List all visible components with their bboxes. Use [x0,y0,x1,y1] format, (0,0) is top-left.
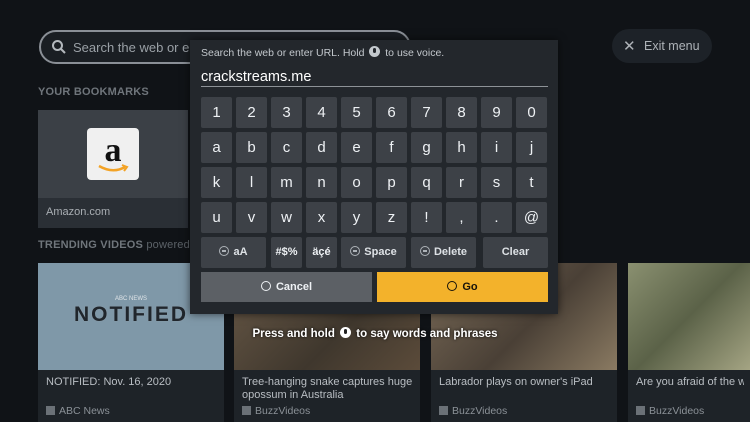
key-l[interactable]: l [236,167,267,198]
exit-menu-button[interactable]: ✕ Exit menu [612,29,712,63]
key-s[interactable]: s [481,167,512,198]
microphone-icon [369,46,381,57]
voice-hint: Press and hold to say words and phrases [252,327,498,340]
key-a[interactable]: a [201,132,232,163]
key-2[interactable]: 2 [236,97,267,128]
key-7[interactable]: 7 [411,97,442,128]
symbols-key[interactable]: #$% [271,237,302,268]
key-symbol[interactable]: . [481,202,512,233]
search-icon [52,40,66,54]
video-source: BuzzVideos [636,405,704,417]
exit-menu-label: Exit menu [644,39,700,53]
search-placeholder: Search the web or en [73,40,197,55]
key-8[interactable]: 8 [446,97,477,128]
key-n[interactable]: n [306,167,337,198]
amazon-smile-icon [98,164,129,172]
key-c[interactable]: c [271,132,302,163]
key-r[interactable]: r [446,167,477,198]
remote-button-icon [350,246,361,256]
source-icon [636,406,645,415]
video-card[interactable]: Are you afraid of the w dangerous animal… [628,263,750,422]
key-f[interactable]: f [376,132,407,163]
source-icon [242,406,251,415]
key-v[interactable]: v [236,202,267,233]
remote-button-icon [447,281,458,291]
keyboard-panel: Search the web or enter URL. Hold to use… [190,40,558,314]
key-k[interactable]: k [201,167,232,198]
go-button[interactable]: Go [377,272,548,302]
key-m[interactable]: m [271,167,302,198]
microphone-icon [340,327,352,338]
remote-button-icon [219,246,230,256]
remote-button-icon [419,246,430,256]
key-symbol[interactable]: @ [516,202,547,233]
key-d[interactable]: d [306,132,337,163]
source-icon [46,406,55,415]
keyboard-hint: Search the web or enter URL. Hold to use… [201,46,445,59]
close-icon: ✕ [623,38,636,55]
key-q[interactable]: q [411,167,442,198]
clear-key[interactable]: Clear [483,237,548,268]
key-z[interactable]: z [376,202,407,233]
key-t[interactable]: t [516,167,547,198]
key-9[interactable]: 9 [481,97,512,128]
video-source: BuzzVideos [242,405,310,417]
bookmark-thumbnail: a [38,110,188,198]
video-source: BuzzVideos [439,405,507,417]
video-title: Labrador plays on owner's iPad [439,376,593,388]
bookmark-amazon[interactable]: a Amazon.com [38,110,188,228]
key-0[interactable]: 0 [516,97,547,128]
key-5[interactable]: 5 [341,97,372,128]
accents-key[interactable]: äçé [306,237,337,268]
remote-button-icon [260,281,271,291]
source-icon [439,406,448,415]
key-h[interactable]: h [446,132,477,163]
bookmark-label: Amazon.com [46,206,111,218]
video-title: NOTIFIED: Nov. 16, 2020 [46,376,172,388]
url-input[interactable] [201,67,548,87]
key-g[interactable]: g [411,132,442,163]
key-symbol[interactable]: , [446,202,477,233]
key-e[interactable]: e [341,132,372,163]
key-4[interactable]: 4 [306,97,337,128]
amazon-logo-icon: a [87,128,139,180]
browser-screen: Search the web or en ✕ Exit menu YOUR BO… [0,0,750,422]
key-b[interactable]: b [236,132,267,163]
delete-key[interactable]: Delete [411,237,476,268]
key-1[interactable]: 1 [201,97,232,128]
key-x[interactable]: x [306,202,337,233]
video-source: ABC News [46,405,110,417]
key-u[interactable]: u [201,202,232,233]
key-w[interactable]: w [271,202,302,233]
space-key[interactable]: Space [341,237,406,268]
key-p[interactable]: p [376,167,407,198]
key-j[interactable]: j [516,132,547,163]
cancel-button[interactable]: Cancel [201,272,372,302]
video-thumbnail [628,263,750,370]
key-o[interactable]: o [341,167,372,198]
video-title: Are you afraid of the w dangerous animal… [636,376,744,388]
bookmarks-heading: YOUR BOOKMARKS [38,86,149,98]
key-i[interactable]: i [481,132,512,163]
trending-heading: TRENDING VIDEOS powered b [38,239,200,251]
key-6[interactable]: 6 [376,97,407,128]
case-toggle-key[interactable]: aA [201,237,266,268]
key-symbol[interactable]: ! [411,202,442,233]
key-3[interactable]: 3 [271,97,302,128]
key-y[interactable]: y [341,202,372,233]
video-title: Tree-hanging snake captures huge opossum… [242,376,413,401]
